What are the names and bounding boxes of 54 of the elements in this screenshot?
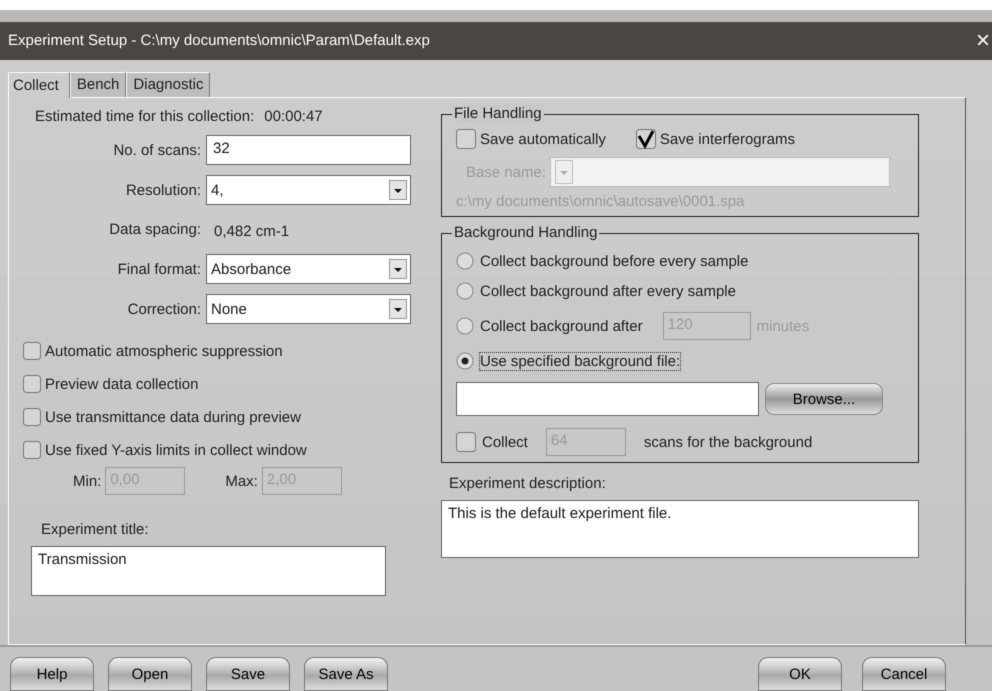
tab[interactable]: Collect: [8, 72, 70, 98]
checkbox[interactable]: [23, 375, 41, 393]
checkbox-label: Use fixed Y-axis limits in collect window: [45, 442, 307, 458]
radio-button[interactable]: [456, 252, 474, 270]
checkbox-label: Automatic atmospheric suppression: [45, 342, 283, 360]
input-field[interactable]: 32: [206, 135, 411, 165]
radio-label: Collect background before every sample: [480, 252, 748, 270]
tab[interactable]: Diagnostic: [126, 72, 210, 97]
title-label: Experiment title:: [41, 521, 150, 538]
radio-button[interactable]: [456, 352, 474, 370]
checkbox-label: Save automatically: [480, 130, 606, 148]
field-value: 0,482 cm-1: [213, 222, 290, 242]
field-label: Final format:: [116, 260, 202, 278]
checkbox[interactable]: [23, 441, 41, 459]
field-label: Resolution:: [124, 182, 202, 198]
checkbox-label: Save interferograms: [660, 130, 795, 148]
radio-label: Use specified background file:: [480, 352, 680, 370]
window-title: Experiment Setup - C:\my documents\omnic\Param\Default.exp: [8, 32, 430, 50]
title-field[interactable]: Transmission: [31, 546, 386, 596]
dropdown[interactable]: 4,: [206, 175, 411, 205]
description-field[interactable]: This is the default experiment file.: [441, 500, 919, 558]
checkbox-label: Preview data collection: [45, 376, 198, 392]
radio-label: Collect background after every sample: [480, 282, 736, 300]
checkbox[interactable]: [23, 408, 41, 426]
dropdown[interactable]: Absorbance: [206, 254, 411, 284]
estimate-label: Estimated time for this collection:: [35, 108, 254, 125]
limit-label: Min:: [73, 472, 102, 490]
background-file-field[interactable]: [456, 382, 759, 416]
field-label: Correction:: [126, 300, 202, 318]
radio-button[interactable]: [456, 282, 474, 300]
dropdown[interactable]: None: [206, 294, 411, 324]
tab[interactable]: Bench: [70, 72, 126, 97]
checkbox-label: Collect: [482, 434, 528, 450]
dialog-button[interactable]: OK: [758, 657, 842, 691]
scans-label: scans for the background: [644, 434, 812, 450]
group-title: Background Handling: [452, 224, 600, 241]
dialog-button[interactable]: Save: [206, 657, 290, 691]
dialog-button[interactable]: Save As: [304, 657, 388, 691]
field-label: Data spacing:: [108, 221, 202, 238]
browse-button[interactable]: Browse...: [765, 383, 883, 415]
radio-label: Collect background after: [480, 318, 643, 334]
checkbox[interactable]: [23, 342, 41, 360]
estimate-value: 00:00:47: [264, 108, 323, 125]
dialog-button[interactable]: Open: [108, 657, 192, 691]
limit-label: Max:: [225, 472, 258, 490]
close-button[interactable]: ×: [976, 26, 990, 55]
dialog-button[interactable]: Cancel: [862, 657, 946, 691]
group-title: File Handling: [452, 105, 544, 122]
dialog-button[interactable]: Help: [10, 657, 94, 691]
checkbox-label: Use transmittance data during preview: [45, 408, 301, 426]
description-label: Experiment description:: [449, 475, 607, 492]
field-label: No. of scans:: [112, 142, 202, 158]
checkbox[interactable]: [636, 129, 656, 149]
checkbox[interactable]: [456, 129, 476, 149]
